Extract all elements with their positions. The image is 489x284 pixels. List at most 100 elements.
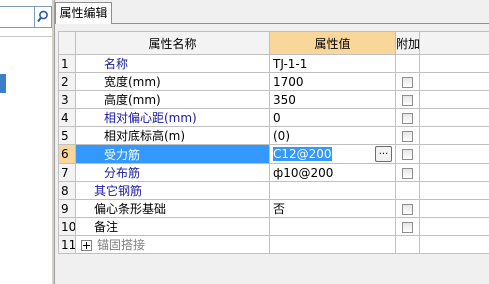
add-cell	[395, 108, 420, 127]
row-number: 11	[58, 235, 76, 254]
left-selection-marker	[0, 74, 6, 93]
property-name[interactable]: 锚固搭接	[75, 235, 270, 254]
property-name[interactable]: 宽度(mm)	[75, 72, 270, 91]
row-number: 3	[58, 90, 76, 109]
table-row[interactable]: 10 备注	[58, 217, 489, 236]
property-name-text: 锚固搭接	[97, 238, 146, 252]
property-name-text: 分布筋	[104, 166, 141, 180]
property-value[interactable]: (0)	[269, 126, 396, 145]
table-row[interactable]: 1 名称 TJ-1-1	[58, 54, 489, 73]
property-value[interactable]: 否	[269, 199, 396, 218]
property-name[interactable]: 其它钢筋	[75, 181, 270, 200]
left-pane	[0, 0, 52, 284]
property-name[interactable]: 高度(mm)	[75, 90, 270, 109]
row-number: 9	[58, 199, 76, 218]
row-number: 10	[58, 217, 76, 236]
property-name[interactable]: 相对偏心距(mm)	[75, 108, 270, 127]
add-cell	[395, 199, 420, 218]
search-icon	[37, 10, 48, 23]
add-checkbox[interactable]	[402, 203, 413, 215]
property-name-text: 宽度(mm)	[104, 75, 161, 89]
property-value[interactable]: 350	[269, 90, 396, 109]
row-number: 4	[58, 108, 76, 127]
header-num	[58, 31, 76, 55]
empty-cell	[419, 199, 489, 218]
property-name[interactable]: 偏心条形基础	[75, 199, 270, 218]
add-checkbox[interactable]	[402, 76, 413, 88]
property-value-editor[interactable]: C12@200 ...	[269, 144, 396, 164]
add-cell	[395, 126, 420, 145]
add-checkbox[interactable]	[402, 149, 413, 160]
row-number: 1	[58, 54, 76, 73]
ellipsis-button[interactable]: ...	[375, 146, 392, 162]
add-cell	[395, 72, 420, 91]
add-cell	[395, 235, 420, 254]
table-row[interactable]: 11 锚固搭接	[58, 235, 489, 254]
add-cell	[395, 217, 420, 236]
header-empty	[419, 31, 489, 55]
property-value-text[interactable]: C12@200	[273, 147, 332, 161]
property-name-text: 名称	[104, 57, 129, 71]
property-name[interactable]: 分布筋	[75, 163, 270, 182]
table-row[interactable]: 9 偏心条形基础 否	[58, 199, 489, 218]
add-checkbox[interactable]	[402, 167, 413, 179]
add-checkbox[interactable]	[402, 112, 413, 124]
empty-cell	[419, 108, 489, 127]
property-value[interactable]	[269, 181, 396, 200]
property-name-text: 高度(mm)	[104, 93, 161, 107]
add-checkbox[interactable]	[402, 221, 413, 233]
header-value[interactable]: 属性值	[269, 31, 396, 55]
table-row[interactable]: 5 相对底标高(m) (0)	[58, 126, 489, 145]
add-cell	[395, 163, 420, 182]
property-name-text: 受力筋	[104, 147, 141, 162]
property-value[interactable]: ф10@200	[269, 163, 396, 182]
search-button[interactable]	[35, 6, 52, 28]
property-value[interactable]	[269, 235, 396, 254]
empty-cell	[419, 163, 489, 182]
empty-cell	[419, 235, 489, 254]
table-row[interactable]: 3 高度(mm) 350	[58, 90, 489, 109]
property-name[interactable]: 名称	[75, 54, 270, 73]
add-cell	[395, 144, 420, 164]
table-row[interactable]: 7 分布筋 ф10@200	[58, 163, 489, 182]
property-name-text: 偏心条形基础	[94, 202, 167, 216]
header-name[interactable]: 属性名称	[75, 31, 270, 55]
property-value[interactable]	[269, 217, 396, 236]
property-name-text: 相对偏心距(mm)	[104, 111, 197, 125]
property-panel: 属性编辑 属性名称 属性值 附加 1 名称 TJ-1-1 2 宽度(mm) 17…	[55, 0, 489, 284]
row-number: 8	[58, 181, 76, 200]
property-grid: 属性名称 属性值 附加 1 名称 TJ-1-1 2 宽度(mm) 1700 3 …	[58, 31, 489, 254]
property-value[interactable]: 0	[269, 108, 396, 127]
add-cell	[395, 181, 420, 200]
property-value[interactable]: TJ-1-1	[269, 54, 396, 73]
property-value[interactable]: 1700	[269, 72, 396, 91]
empty-cell	[419, 181, 489, 200]
property-name-text: 备注	[94, 220, 119, 234]
empty-cell	[419, 217, 489, 236]
add-cell	[395, 54, 420, 73]
table-row[interactable]: 2 宽度(mm) 1700	[58, 72, 489, 91]
property-name[interactable]: 相对底标高(m)	[75, 126, 270, 145]
empty-cell	[419, 126, 489, 145]
empty-cell	[419, 90, 489, 109]
empty-cell	[419, 54, 489, 73]
left-separator	[0, 36, 52, 37]
table-row-selected[interactable]: 6 受力筋 C12@200 ...	[58, 144, 489, 164]
add-checkbox[interactable]	[402, 130, 413, 142]
add-checkbox[interactable]	[402, 94, 413, 106]
property-name[interactable]: 备注	[75, 217, 270, 236]
property-name[interactable]: 受力筋	[75, 144, 270, 164]
add-cell	[395, 90, 420, 109]
header-add[interactable]: 附加	[395, 31, 420, 55]
row-number: 2	[58, 72, 76, 91]
expand-plus-icon[interactable]	[81, 240, 92, 251]
search-input[interactable]	[0, 6, 35, 28]
row-number: 5	[58, 126, 76, 145]
tab-bar-line	[112, 23, 489, 24]
table-row[interactable]: 8 其它钢筋	[58, 181, 489, 200]
empty-cell	[419, 72, 489, 91]
empty-cell	[419, 144, 489, 164]
property-name-text: 其它钢筋	[94, 184, 143, 198]
tab-property-edit[interactable]: 属性编辑	[55, 2, 112, 24]
table-row[interactable]: 4 相对偏心距(mm) 0	[58, 108, 489, 127]
